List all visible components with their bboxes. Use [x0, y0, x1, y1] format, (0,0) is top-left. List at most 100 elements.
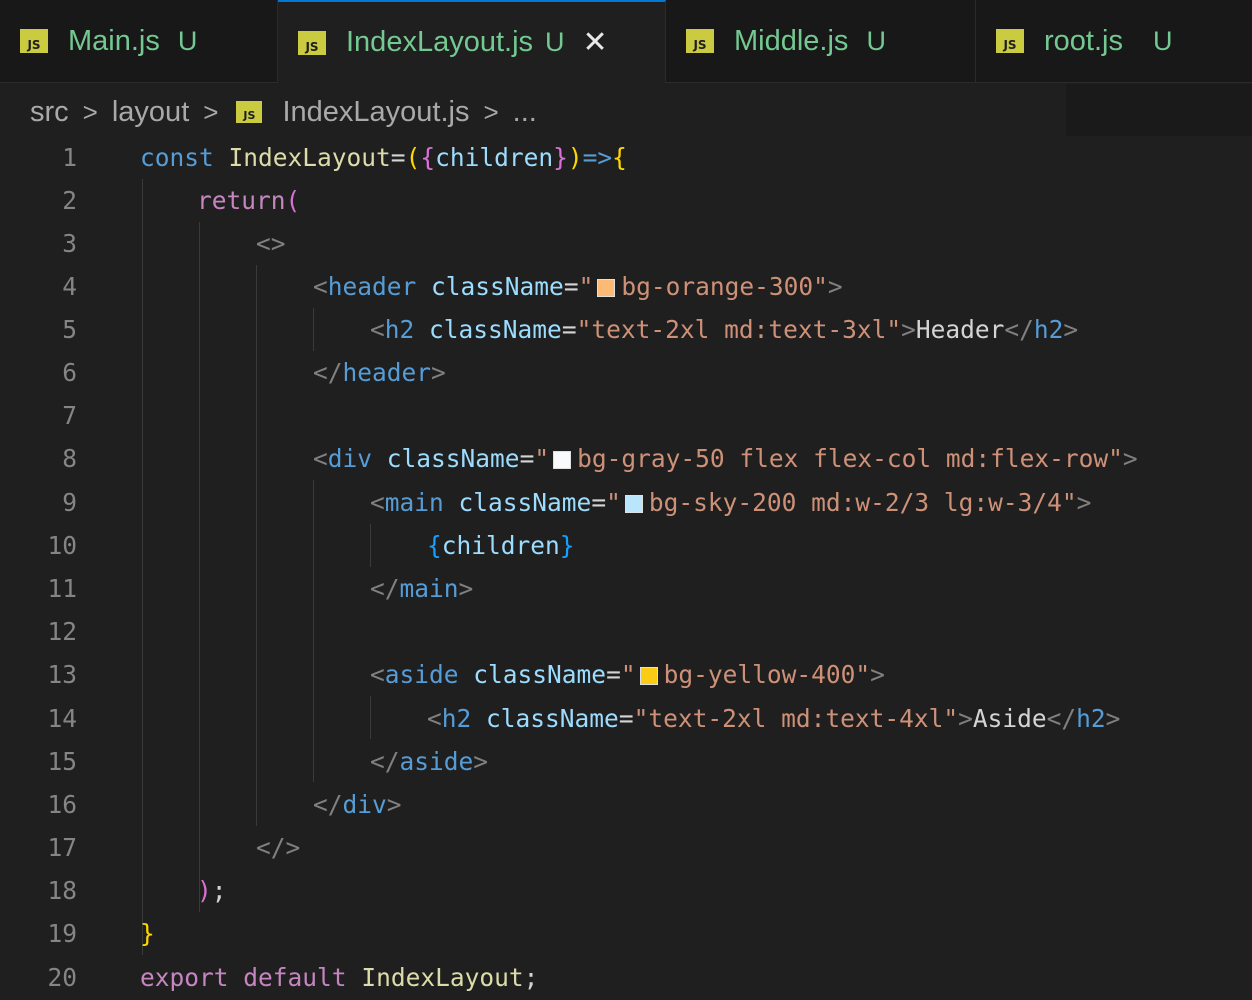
punctuation: = — [390, 143, 406, 172]
chevron-right-icon: > — [483, 96, 499, 127]
tag-name: main — [384, 488, 444, 517]
line-number: 8 — [62, 444, 77, 473]
code-content: export default IndexLayout; — [140, 963, 539, 992]
identifier: IndexLayout — [361, 963, 524, 992]
line-number: 18 — [47, 876, 77, 905]
tab-root-js[interactable]: JS root.js U — [976, 0, 1252, 82]
string: bg-sky-200 md:w-2/3 lg:w-3/4" — [648, 488, 1077, 517]
line-number: 17 — [47, 833, 77, 862]
color-swatch[interactable] — [597, 279, 616, 297]
tab-bar: JS Main.js U JS IndexLayout.js U ✕ JS Mi… — [0, 0, 1252, 83]
tab-middle-js[interactable]: JS Middle.js U — [666, 0, 976, 82]
keyword: const — [140, 143, 214, 172]
code-line[interactable]: 1 const IndexLayout=({children})=>{ — [0, 136, 1252, 179]
tab-main-js[interactable]: JS Main.js U — [0, 0, 278, 82]
tag-name: h2 — [384, 315, 415, 344]
string: bg-yellow-400" — [663, 660, 871, 689]
close-icon[interactable]: ✕ — [583, 25, 608, 60]
code-content: </> — [256, 833, 301, 862]
code-line[interactable]: 8 <div className=" bg-gray-50 flex flex-c… — [0, 437, 1252, 480]
attribute: className — [458, 488, 592, 517]
tab-label: Main.js — [68, 24, 160, 57]
code-line[interactable]: 3 <> — [0, 222, 1252, 265]
code-line[interactable]: 7 — [0, 394, 1252, 437]
code-line[interactable]: 12 — [0, 610, 1252, 653]
code-line[interactable]: 19 } — [0, 912, 1252, 955]
code-content: {children} — [427, 531, 575, 560]
attribute: className — [431, 272, 564, 301]
line-number: 16 — [47, 790, 77, 819]
js-file-icon: JS — [298, 30, 326, 55]
line-number: 5 — [62, 315, 77, 344]
code-content: </aside> — [370, 747, 489, 776]
breadcrumb-src[interactable]: src — [30, 96, 69, 129]
color-swatch[interactable] — [553, 451, 572, 469]
expression: children — [441, 531, 560, 560]
breadcrumb-layout[interactable]: layout — [112, 96, 189, 129]
code-line[interactable]: 17 </> — [0, 826, 1252, 869]
tag-name: h2 — [441, 704, 472, 733]
code-content: <h2 className="text-2xl md:text-4xl">Asi… — [427, 704, 1121, 733]
chevron-right-icon: > — [82, 96, 98, 127]
line-number: 10 — [47, 531, 77, 560]
js-file-icon: JS — [686, 29, 714, 53]
code-line[interactable]: 5 <h2 className="text-2xl md:text-3xl">H… — [0, 308, 1252, 351]
untracked-badge: U — [545, 27, 565, 57]
tag-name: div — [327, 444, 373, 473]
line-number: 2 — [62, 186, 77, 215]
string: "text-2xl md:text-4xl" — [633, 704, 959, 733]
line-number: 19 — [47, 919, 77, 948]
line-number: 12 — [47, 617, 77, 646]
code-content: </header> — [313, 358, 446, 387]
code-line[interactable]: 14 <h2 className="text-2xl md:text-4xl">… — [0, 697, 1252, 740]
line-number: 7 — [62, 401, 77, 430]
code-line[interactable]: 15 </aside> — [0, 740, 1252, 783]
code-line[interactable]: 2 return( — [0, 179, 1252, 222]
code-content: return( — [197, 186, 300, 215]
code-content: } — [140, 919, 155, 948]
code-line[interactable]: 6 </header> — [0, 351, 1252, 394]
code-line[interactable]: 9 <main className=" bg-sky-200 md:w-2/3 l… — [0, 481, 1252, 524]
attribute: className — [473, 660, 607, 689]
code-line[interactable]: 4 <header className=" bg-orange-300"> — [0, 265, 1252, 308]
tab-label: Middle.js — [734, 24, 849, 57]
tag-name: main — [399, 574, 459, 603]
breadcrumb-file[interactable]: IndexLayout.js — [282, 96, 469, 129]
breadcrumb-shade — [1066, 84, 1252, 136]
tab-label: root.js — [1044, 24, 1123, 57]
bracket: ( — [285, 186, 301, 215]
untracked-badge: U — [1152, 25, 1173, 56]
code-editor[interactable]: 1 const IndexLayout=({children})=>{ 2 re… — [0, 136, 1252, 1000]
breadcrumb-more[interactable]: ... — [513, 96, 537, 129]
code-content: <> — [256, 229, 286, 258]
tab-indexlayout-js[interactable]: JS IndexLayout.js U ✕ — [278, 0, 666, 83]
attribute: className — [386, 444, 520, 473]
code-line[interactable]: 16 </div> — [0, 783, 1252, 826]
line-number: 9 — [62, 488, 77, 517]
keyword: return — [197, 186, 286, 215]
tag-name: header — [342, 358, 432, 387]
code-content: <header className=" bg-orange-300"> — [313, 272, 843, 301]
tag-name: div — [342, 790, 387, 819]
js-file-icon: JS — [236, 101, 263, 123]
untracked-badge: U — [177, 25, 198, 56]
code-line[interactable]: 10 {children} — [0, 524, 1252, 567]
line-number: 13 — [47, 660, 77, 689]
keyword: default — [243, 963, 347, 992]
color-swatch[interactable] — [624, 495, 643, 513]
code-line[interactable]: 18 ); — [0, 869, 1252, 912]
code-line[interactable]: 13 <aside className=" bg-yellow-400"> — [0, 653, 1252, 696]
string: bg-gray-50 flex flex-col md:flex-row" — [577, 444, 1123, 473]
line-number: 6 — [62, 358, 77, 387]
line-number: 1 — [62, 143, 77, 172]
line-number: 11 — [47, 574, 77, 603]
color-swatch[interactable] — [639, 667, 658, 685]
string: bg-orange-300" — [621, 272, 828, 301]
bracket: ( — [405, 143, 421, 172]
tag-name: header — [327, 272, 417, 301]
code-line[interactable]: 20 export default IndexLayout; — [0, 956, 1252, 999]
code-line[interactable]: 11 </main> — [0, 567, 1252, 610]
line-number: 15 — [47, 747, 77, 776]
breadcrumb: src > layout > JS IndexLayout.js > ... — [30, 90, 537, 134]
attribute: className — [486, 704, 619, 733]
